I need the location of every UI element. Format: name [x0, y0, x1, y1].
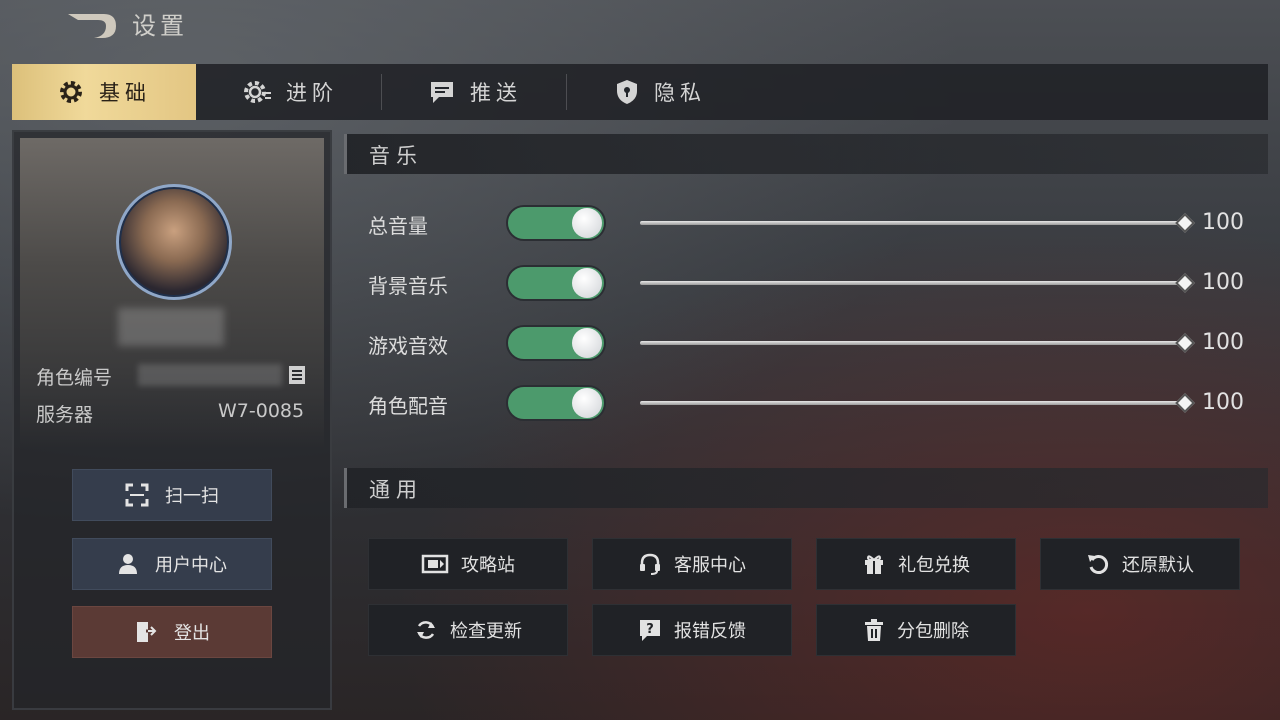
tab-label: 进阶 — [286, 81, 338, 105]
master-volume-slider[interactable] — [640, 221, 1186, 225]
tab-divider — [566, 74, 567, 110]
copy-button[interactable] — [286, 364, 308, 386]
bgm-volume-value: 100 — [1202, 270, 1244, 295]
sfx-volume-value: 100 — [1202, 330, 1244, 355]
toggle-knob — [572, 328, 602, 358]
section-title: 音乐 — [369, 144, 423, 168]
general-section-header: 通用 — [344, 468, 1268, 508]
toggle-knob — [572, 208, 602, 238]
logout-icon — [137, 622, 158, 642]
button-label: 攻略站 — [461, 555, 515, 576]
master-volume-value: 100 — [1202, 210, 1244, 235]
voice-volume-thumb[interactable] — [1175, 393, 1195, 413]
shield-icon — [617, 80, 637, 104]
gift-redeem-button[interactable]: 礼包兑换 — [816, 538, 1016, 590]
scan-label: 扫一扫 — [165, 486, 219, 507]
check-update-button[interactable]: 检查更新 — [368, 604, 568, 656]
master-volume-thumb[interactable] — [1175, 213, 1195, 233]
tab-divider — [381, 74, 382, 110]
tab-label: 隐私 — [654, 81, 706, 105]
trash-icon — [865, 619, 883, 641]
headset-icon — [640, 553, 660, 575]
logout-button[interactable]: 登出 — [72, 606, 272, 658]
restore-default-button[interactable]: 还原默认 — [1040, 538, 1240, 590]
sfx-volume-thumb[interactable] — [1175, 333, 1195, 353]
gear-icon — [60, 81, 82, 103]
avatar — [116, 184, 232, 300]
button-label: 客服中心 — [674, 555, 746, 576]
tab-label: 基础 — [99, 81, 151, 105]
server-label: 服务器 — [36, 404, 94, 426]
user-center-button[interactable]: 用户中心 — [72, 538, 272, 590]
toggle-knob — [572, 388, 602, 418]
button-label: 还原默认 — [1122, 555, 1194, 576]
bgm-volume-toggle[interactable] — [506, 265, 606, 301]
delete-package-button[interactable]: 分包删除 — [816, 604, 1016, 656]
copy-icon — [289, 366, 305, 384]
message-icon — [431, 82, 453, 103]
role-id-value-redacted — [138, 364, 282, 386]
logout-label: 登出 — [174, 623, 210, 644]
section-title: 通用 — [369, 478, 423, 502]
page-title: 设置 — [132, 12, 188, 40]
scan-icon — [125, 483, 149, 507]
sfx-volume-label: 游戏音效 — [368, 334, 448, 358]
server-value: W7-0085 — [218, 400, 305, 422]
guide-icon — [421, 554, 449, 574]
tab-bar: 基础 进阶 推送 隐私 — [12, 64, 1268, 120]
voice-volume-slider[interactable] — [640, 401, 1186, 405]
tab-privacy[interactable]: 隐私 — [568, 64, 752, 120]
sfx-volume-toggle[interactable] — [506, 325, 606, 361]
sfx-volume-slider[interactable] — [640, 341, 1186, 345]
player-name-redacted — [118, 308, 224, 346]
button-label: 礼包兑换 — [898, 555, 970, 576]
bgm-volume-label: 背景音乐 — [368, 274, 448, 298]
toggle-knob — [572, 268, 602, 298]
voice-volume-value: 100 — [1202, 390, 1244, 415]
music-section-header: 音乐 — [344, 134, 1268, 174]
tab-basic[interactable]: 基础 — [12, 64, 196, 120]
user-center-label: 用户中心 — [155, 555, 227, 576]
bgm-volume-slider[interactable] — [640, 281, 1186, 285]
guide-site-button[interactable]: 攻略站 — [368, 538, 568, 590]
customer-service-button[interactable]: 客服中心 — [592, 538, 792, 590]
voice-volume-toggle[interactable] — [506, 385, 606, 421]
master-volume-toggle[interactable] — [506, 205, 606, 241]
svg-text:?: ? — [646, 622, 654, 637]
gear-advanced-icon — [244, 81, 271, 103]
tab-advanced[interactable]: 进阶 — [198, 64, 382, 120]
button-label: 检查更新 — [450, 621, 522, 642]
tab-push[interactable]: 推送 — [383, 64, 567, 120]
gift-icon — [865, 555, 883, 574]
master-volume-label: 总音量 — [368, 214, 428, 238]
scan-button[interactable]: 扫一扫 — [72, 469, 272, 521]
bgm-volume-thumb[interactable] — [1175, 273, 1195, 293]
tab-label: 推送 — [470, 81, 522, 105]
button-label: 报错反馈 — [674, 621, 746, 642]
refresh-icon — [417, 621, 435, 639]
user-icon — [119, 554, 137, 574]
role-id-label: 角色编号 — [36, 367, 113, 389]
voice-volume-label: 角色配音 — [368, 394, 448, 418]
feedback-icon: ? — [640, 620, 660, 641]
back-arrow-icon — [68, 14, 116, 38]
bug-report-button[interactable]: ? 报错反馈 — [592, 604, 792, 656]
reset-icon — [1088, 555, 1109, 574]
back-button[interactable] — [64, 8, 120, 44]
button-label: 分包删除 — [897, 621, 969, 642]
